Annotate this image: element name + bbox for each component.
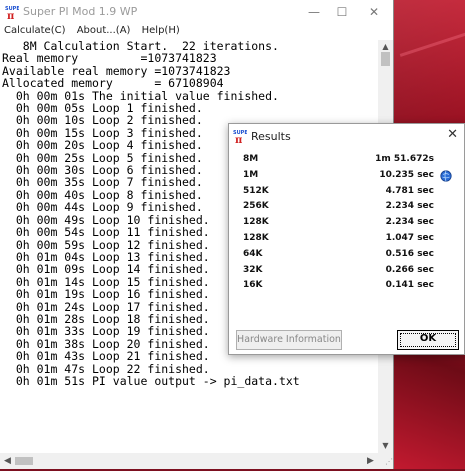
result-size-label: 16K	[243, 280, 263, 291]
result-time-value: 10.235 sec	[379, 169, 434, 180]
results-title: Results	[251, 130, 291, 143]
results-title-bar: SUPER π Results ✕	[229, 124, 464, 148]
result-size-label: 512K	[243, 185, 269, 196]
result-time-value: 1m 51.672s	[375, 154, 434, 164]
result-row: 128K 1.047 sec	[229, 233, 464, 249]
result-size-label: 64K	[243, 248, 263, 259]
result-time-value: 2.234 sec	[385, 217, 434, 228]
results-close-button[interactable]: ✕	[447, 127, 458, 142]
result-size-label: 128K	[243, 217, 269, 228]
result-size-label: 128K	[243, 232, 269, 243]
result-size-label: 8M	[243, 154, 259, 164]
result-row: 8M 1m 51.672s	[229, 154, 464, 170]
svg-text:π: π	[7, 11, 14, 19]
result-row: 128K 2.234 sec	[229, 217, 464, 233]
horizontal-scrollbar[interactable]: ◀ ▶	[0, 453, 378, 469]
result-row: 16K 0.141 sec	[229, 280, 464, 296]
results-dialog: SUPER π Results ✕ 8M 1m 51.672s 1M 10.235 s…	[228, 123, 465, 355]
maximize-button[interactable]: ☐	[328, 2, 356, 22]
title-bar: SUPER π Super PI Mod 1.9 WP — ☐ ✕	[0, 0, 393, 24]
menu-bar: Calculate(C) About...(A) Help(H)	[0, 24, 393, 40]
result-row: 32K 0.266 sec	[229, 265, 464, 281]
verified-globe-icon[interactable]	[440, 170, 452, 182]
menu-help[interactable]: Help(H)	[142, 25, 180, 36]
result-time-value: 1.047 sec	[385, 232, 434, 243]
result-time-value: 0.266 sec	[385, 264, 434, 275]
scroll-down-arrow-icon[interactable]: ▼	[378, 439, 393, 453]
result-time-value: 0.141 sec	[385, 280, 434, 291]
result-size-label: 32K	[243, 264, 263, 275]
menu-calculate[interactable]: Calculate(C)	[4, 25, 66, 36]
menu-about[interactable]: About...(A)	[77, 25, 131, 36]
result-row: 256K 2.234 sec	[229, 201, 464, 217]
hardware-information-button[interactable]: Hardware Information	[236, 330, 342, 350]
result-size-label: 1M	[243, 169, 259, 180]
scroll-right-arrow-icon[interactable]: ▶	[363, 453, 378, 469]
scroll-left-arrow-icon[interactable]: ◀	[0, 453, 15, 469]
ok-button[interactable]: OK	[397, 330, 459, 350]
result-time-value: 2.234 sec	[385, 201, 434, 212]
svg-text:π: π	[235, 135, 242, 143]
result-row: 512K 4.781 sec	[229, 186, 464, 202]
result-row: 1M 10.235 sec	[229, 170, 464, 186]
super-pi-icon: SUPER π	[233, 130, 247, 143]
close-button[interactable]: ✕	[360, 2, 388, 22]
result-size-label: 256K	[243, 201, 269, 212]
resize-grip-icon[interactable]: ⋰	[378, 453, 393, 469]
vertical-scroll-thumb[interactable]	[381, 52, 390, 66]
result-row: 64K 0.516 sec	[229, 249, 464, 265]
window-title: Super PI Mod 1.9 WP	[23, 5, 138, 18]
results-list: 8M 1m 51.672s 1M 10.235 sec 512K 4.781 sec 256…	[229, 154, 464, 296]
result-time-value: 4.781 sec	[385, 185, 434, 196]
super-pi-icon: SUPER π	[5, 6, 19, 19]
minimize-button[interactable]: —	[300, 2, 328, 22]
result-time-value: 0.516 sec	[385, 248, 434, 259]
horizontal-scroll-thumb[interactable]	[15, 457, 33, 465]
